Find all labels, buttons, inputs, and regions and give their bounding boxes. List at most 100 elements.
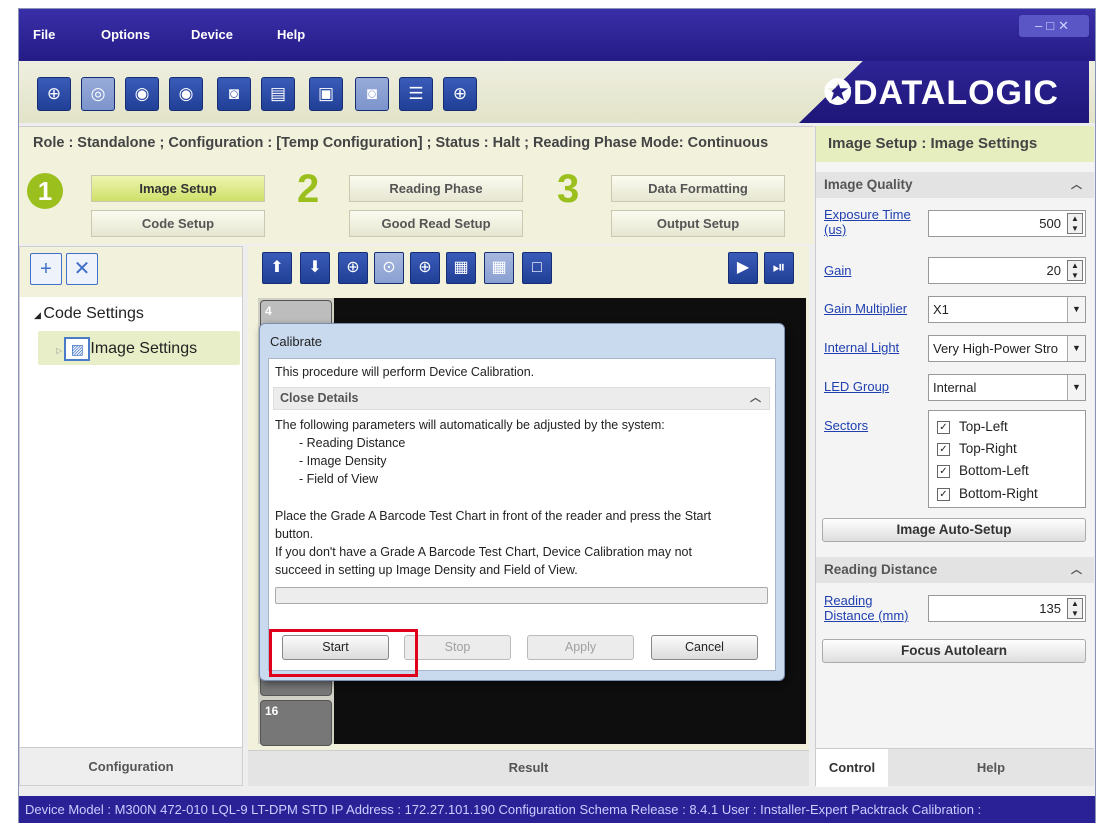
zoom-fit-icon[interactable]: ⊕	[410, 252, 440, 284]
image-auto-setup-button[interactable]: Image Auto-Setup	[822, 518, 1086, 542]
configuration-tree-pane: + ✕ ◢ Code Settings ▷ ▨ Image Settings Co…	[19, 246, 243, 786]
checkbox-checked-icon[interactable]: ✓	[937, 421, 950, 434]
place-chart-text-2: button.	[275, 527, 314, 541]
calibration-progress-bar	[275, 587, 768, 604]
reading-distance-value: 135	[1039, 601, 1061, 616]
sector-top-left: Top-Left	[959, 419, 1008, 434]
good-read-setup-button[interactable]: Good Read Setup	[349, 210, 523, 237]
led-group-select[interactable]: Internal ▼	[928, 374, 1086, 401]
step-forward-icon[interactable]: ⏯	[764, 252, 794, 284]
export-icon[interactable]: ▤	[261, 77, 295, 111]
stop-button[interactable]: Stop	[404, 635, 511, 660]
tree-item-code-settings[interactable]: ◢ Code Settings	[34, 305, 144, 323]
image-quality-section[interactable]: Image Quality ︿	[816, 172, 1094, 198]
apply-button[interactable]: Apply	[527, 635, 634, 660]
delete-node-icon[interactable]: ✕	[66, 253, 98, 285]
warning-text: If you don't have a Grade A Barcode Test…	[275, 545, 692, 559]
reading-distance-section-label: Reading Distance	[824, 562, 938, 577]
sectors-label[interactable]: Sectors	[824, 418, 868, 433]
gain-multiplier-value: X1	[933, 302, 949, 317]
tree-item-image-settings[interactable]: ▷ ▨ Image Settings	[56, 337, 197, 361]
arrow-down-icon[interactable]: ⬇	[300, 252, 330, 284]
checkbox-checked-icon[interactable]: ✓	[937, 443, 950, 456]
reading-distance-input[interactable]: 135 ▲ ▼	[928, 595, 1086, 622]
chevron-up-icon[interactable]: ︿	[1071, 172, 1082, 198]
step-2-badge: 2	[297, 167, 320, 211]
menu-help[interactable]: Help	[277, 27, 305, 42]
menu-device[interactable]: Device	[191, 27, 233, 42]
image-save-icon[interactable]: ▦	[446, 252, 476, 284]
menu-file[interactable]: File	[33, 27, 55, 42]
result-tab[interactable]: Result	[248, 750, 809, 786]
dropdown-arrow-icon[interactable]: ▼	[1067, 375, 1085, 400]
gain-multiplier-select[interactable]: X1 ▼	[928, 296, 1086, 323]
checkbox-checked-icon[interactable]: ✓	[937, 465, 950, 478]
dropdown-arrow-icon[interactable]: ▼	[1067, 336, 1085, 361]
dropdown-arrow-icon[interactable]: ▼	[1067, 297, 1085, 322]
internal-light-select[interactable]: Very High-Power Stro ▼	[928, 335, 1086, 362]
led-group-label[interactable]: LED Group	[824, 379, 889, 394]
datalogic-logo: ✪DATALOGIC	[823, 74, 1059, 112]
reading-phase-button[interactable]: Reading Phase	[349, 175, 523, 202]
param-item: - Field of View	[299, 472, 378, 486]
frame-icon[interactable]: □	[522, 252, 552, 284]
expand-arrow-icon[interactable]: ▷	[56, 346, 64, 355]
internal-light-label[interactable]: Internal Light	[824, 340, 899, 355]
code-setup-button[interactable]: Code Setup	[91, 210, 265, 237]
menu-bar: File Options Device Help –□✕	[19, 9, 1095, 61]
exposure-time-input[interactable]: 500 ▲ ▼	[928, 210, 1086, 237]
add-node-icon[interactable]: +	[30, 253, 62, 285]
target-icon[interactable]: ⊕	[443, 77, 477, 111]
configuration-tab[interactable]: Configuration	[20, 747, 242, 785]
arrow-up-icon[interactable]: ⬆	[262, 252, 292, 284]
reading-distance-label[interactable]: Reading Distance (mm)	[824, 593, 924, 623]
spinner-icon[interactable]: ▲ ▼	[1067, 213, 1083, 234]
send-image-icon[interactable]: ◉	[169, 77, 203, 111]
zoom-in-icon[interactable]: ⊕	[338, 252, 368, 284]
tree-child-label: Image Settings	[90, 340, 198, 358]
gain-multiplier-label[interactable]: Gain Multiplier	[824, 301, 907, 316]
gain-label[interactable]: Gain	[824, 263, 851, 278]
capture-image-icon[interactable]: ◉	[125, 77, 159, 111]
save-image-icon[interactable]: ◙	[217, 77, 251, 111]
play-icon[interactable]: ▶	[728, 252, 758, 284]
connect-icon[interactable]: ⊕	[37, 77, 71, 111]
zoom-100-icon[interactable]: ⊙	[374, 252, 404, 284]
checkbox-checked-icon[interactable]: ✓	[937, 488, 950, 501]
close-details-toggle[interactable]: Close Details ︿	[273, 387, 770, 410]
data-formatting-button[interactable]: Data Formatting	[611, 175, 785, 202]
exposure-time-label[interactable]: Exposure Time (us)	[824, 207, 924, 237]
tab-control[interactable]: Control	[816, 749, 888, 787]
collapse-arrow-icon[interactable]: ◢	[34, 310, 43, 320]
thumbnail[interactable]: 16	[260, 700, 332, 746]
close-details-label: Close Details	[280, 391, 359, 405]
focus-autolearn-button[interactable]: Focus Autolearn	[822, 639, 1086, 663]
sector-bottom-right: Bottom-Right	[959, 486, 1038, 501]
device-memory-icon[interactable]: ◙	[355, 77, 389, 111]
cancel-button[interactable]: Cancel	[651, 635, 758, 660]
spinner-icon[interactable]: ▲ ▼	[1067, 598, 1083, 619]
chevron-up-icon[interactable]: ︿	[750, 388, 761, 409]
menu-options[interactable]: Options	[101, 27, 150, 42]
gain-input[interactable]: 20 ▲ ▼	[928, 257, 1086, 284]
camera-settings-icon[interactable]: ◎	[81, 77, 115, 111]
param-item: - Image Density	[299, 454, 387, 468]
reading-distance-section[interactable]: Reading Distance ︿	[816, 557, 1094, 583]
dialog-title: Calibrate	[270, 334, 323, 349]
warning-text-2: succeed in setting up Image Density and …	[275, 563, 578, 577]
output-setup-button[interactable]: Output Setup	[611, 210, 785, 237]
place-chart-text: Place the Grade A Barcode Test Chart in …	[275, 509, 712, 523]
spinner-icon[interactable]: ▲ ▼	[1067, 260, 1083, 281]
right-tabs: Control Help	[816, 748, 1094, 787]
properties-pane: Image Setup : Image Settings Image Quali…	[815, 126, 1094, 787]
grid-icon[interactable]: ▦	[484, 252, 514, 284]
image-setup-button[interactable]: Image Setup	[91, 175, 265, 202]
save-config-icon[interactable]: ▣	[309, 77, 343, 111]
chevron-up-icon[interactable]: ︿	[1071, 557, 1082, 583]
tab-help[interactable]: Help	[888, 749, 1094, 787]
tree-toolbar: + ✕	[20, 247, 242, 297]
device-list-icon[interactable]: ☰	[399, 77, 433, 111]
window-controls[interactable]: –□✕	[1019, 15, 1089, 37]
image-quality-label: Image Quality	[824, 177, 913, 192]
step-1-badge: 1	[27, 173, 63, 209]
